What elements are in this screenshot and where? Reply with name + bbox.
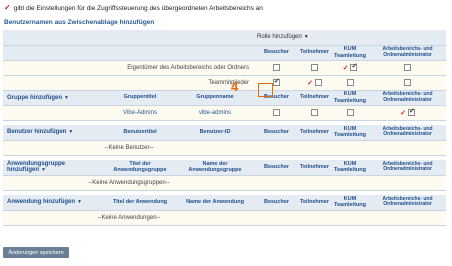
col-teilnehmer: Teilnehmer bbox=[298, 45, 332, 61]
col-admin: Arbeitsbereichs- und Ordneradministrator bbox=[369, 90, 447, 106]
col-kum: KUM Teamleitung bbox=[331, 125, 370, 141]
col-besucher: Besucher bbox=[255, 125, 299, 141]
app-header-row: Anwendung hinzufügen ▼ Titel der Anwendun… bbox=[3, 195, 447, 211]
col-admin: Arbeitsbereichs- und Ordneradministrator bbox=[369, 160, 447, 176]
col-appgroup-name: Name der Anwendungsgruppe bbox=[175, 160, 256, 176]
group-title[interactable]: Vibe-Admins bbox=[105, 105, 175, 121]
role-header-row: Rolle hinzufügen ▼ bbox=[3, 30, 447, 46]
checkbox[interactable] bbox=[273, 108, 281, 116]
appgroup-header-row: Anwendungsgruppe hinzufügen ▼ Titel der A… bbox=[3, 160, 447, 176]
role-columns-row: Besucher Teilnehmer KUM Teamleitung Arbe… bbox=[3, 45, 447, 61]
checkbox[interactable] bbox=[346, 78, 354, 86]
chevron-down-icon: ▼ bbox=[64, 94, 69, 101]
checkbox[interactable] bbox=[404, 63, 412, 71]
add-appgroup-label: Anwendungsgruppe hinzufügen bbox=[7, 161, 65, 174]
checkbox[interactable] bbox=[311, 108, 319, 116]
col-group-title: Gruppentitel bbox=[105, 90, 175, 106]
add-user-menu[interactable]: Benutzer hinzufügen ▼ bbox=[3, 125, 105, 141]
col-user-title: Benutzertitel bbox=[105, 125, 175, 141]
col-besucher: Besucher bbox=[255, 160, 299, 176]
group-name: vibe-admins bbox=[175, 105, 256, 121]
clipboard-link[interactable]: Benutzernamen aus Zwischenablage hinzufü… bbox=[4, 19, 154, 26]
checkbox[interactable] bbox=[350, 62, 358, 71]
col-kum: KUM Teamleitung bbox=[331, 45, 370, 61]
col-admin: Arbeitsbereichs- und Ordneradministrator bbox=[369, 125, 447, 141]
col-user-id: Benutzer-ID bbox=[175, 125, 256, 141]
add-group-menu[interactable]: Gruppe hinzufügen ▼ bbox=[3, 90, 105, 106]
checkmark-icon: ✓ bbox=[400, 109, 406, 117]
list-item: --Keine Anwendungen-- bbox=[3, 210, 447, 226]
chevron-down-icon: ▼ bbox=[68, 129, 74, 136]
table-row: Eigentümer des Arbeitsbereichs oder Ordn… bbox=[3, 60, 447, 76]
checkbox[interactable] bbox=[273, 77, 281, 86]
checkbox[interactable] bbox=[404, 78, 412, 86]
save-button[interactable]: Änderungen speichern bbox=[3, 247, 69, 258]
chevron-down-icon: ▼ bbox=[77, 199, 82, 206]
col-kum: KUM Teamleitung bbox=[331, 90, 370, 106]
list-item: --Keine Anwendungsgruppen-- bbox=[3, 175, 447, 191]
col-appgroup-title: Titel der Anwendungsgruppe bbox=[105, 160, 175, 176]
col-teilnehmer: Teilnehmer bbox=[298, 195, 332, 211]
add-role-label: Rolle hinzufügen bbox=[257, 34, 302, 41]
col-teilnehmer: Teilnehmer bbox=[298, 160, 332, 176]
checkbox[interactable] bbox=[311, 63, 319, 71]
add-appgroup-menu[interactable]: Anwendungsgruppe hinzufügen ▼ bbox=[3, 160, 105, 176]
table-row: Vibe-Admins vibe-admins ✓ bbox=[3, 105, 447, 121]
list-item: --Keine Benutzer-- bbox=[3, 140, 447, 156]
add-app-label: Anwendung hinzufügen bbox=[7, 199, 75, 206]
col-group-name: Gruppenname bbox=[175, 90, 256, 106]
empty-apps: --Keine Anwendungen-- bbox=[3, 210, 256, 226]
add-app-menu[interactable]: Anwendung hinzufügen ▼ bbox=[3, 195, 105, 211]
empty-users: --Keine Benutzer-- bbox=[3, 140, 256, 156]
access-control-table: Rolle hinzufügen ▼ Besucher Teilnehmer KU… bbox=[3, 30, 447, 226]
checkmark-icon: ✓ bbox=[342, 64, 349, 72]
inherit-setting: ✓ gibt die Einstellungen für die Zugriff… bbox=[4, 3, 263, 13]
user-header-row: Benutzer hinzufügen ▼ Benutzertitel Benut… bbox=[3, 125, 447, 141]
team-label: Teammitglieder bbox=[3, 75, 256, 91]
checkbox[interactable] bbox=[273, 63, 281, 71]
checkbox[interactable] bbox=[407, 107, 415, 116]
col-teilnehmer: Teilnehmer bbox=[298, 125, 332, 141]
chevron-down-icon: ▼ bbox=[303, 34, 309, 41]
col-admin: Arbeitsbereichs- und Ordneradministrator bbox=[369, 45, 447, 61]
callout-number: 4 bbox=[231, 79, 239, 94]
col-besucher: Besucher bbox=[255, 195, 299, 211]
checkbox[interactable] bbox=[346, 108, 354, 116]
col-besucher: Besucher bbox=[255, 45, 299, 61]
owner-label: Eigentümer des Arbeitsbereichs oder Ordn… bbox=[3, 60, 256, 76]
group-header-row: Gruppe hinzufügen ▼ Gruppentitel Gruppenn… bbox=[3, 90, 447, 106]
callout-highlight bbox=[258, 83, 273, 97]
add-role-menu[interactable]: Rolle hinzufügen ▼ bbox=[255, 30, 447, 46]
checkmark-icon: ✓ bbox=[307, 79, 313, 87]
inherit-text: gibt die Einstellungen für die Zugriffss… bbox=[13, 4, 263, 12]
col-teilnehmer: Teilnehmer bbox=[298, 90, 332, 106]
col-kum: KUM Teamleitung bbox=[331, 160, 370, 176]
add-group-label: Gruppe hinzufügen bbox=[7, 94, 62, 101]
table-row: Teammitglieder ✓ bbox=[3, 75, 447, 91]
col-kum: KUM Teamleitung bbox=[331, 195, 370, 211]
col-admin: Arbeitsbereichs- und Ordneradministrator bbox=[369, 195, 447, 211]
empty-appgroups: --Keine Anwendungsgruppen-- bbox=[3, 175, 256, 191]
add-user-label: Benutzer hinzufügen bbox=[7, 129, 67, 136]
col-app-title: Titel der Anwendung bbox=[105, 195, 175, 211]
col-app-name: Name der Anwendung bbox=[175, 195, 256, 211]
checkbox[interactable] bbox=[314, 79, 322, 86]
chevron-down-icon: ▼ bbox=[41, 167, 46, 174]
checkmark-icon[interactable]: ✓ bbox=[4, 4, 11, 12]
